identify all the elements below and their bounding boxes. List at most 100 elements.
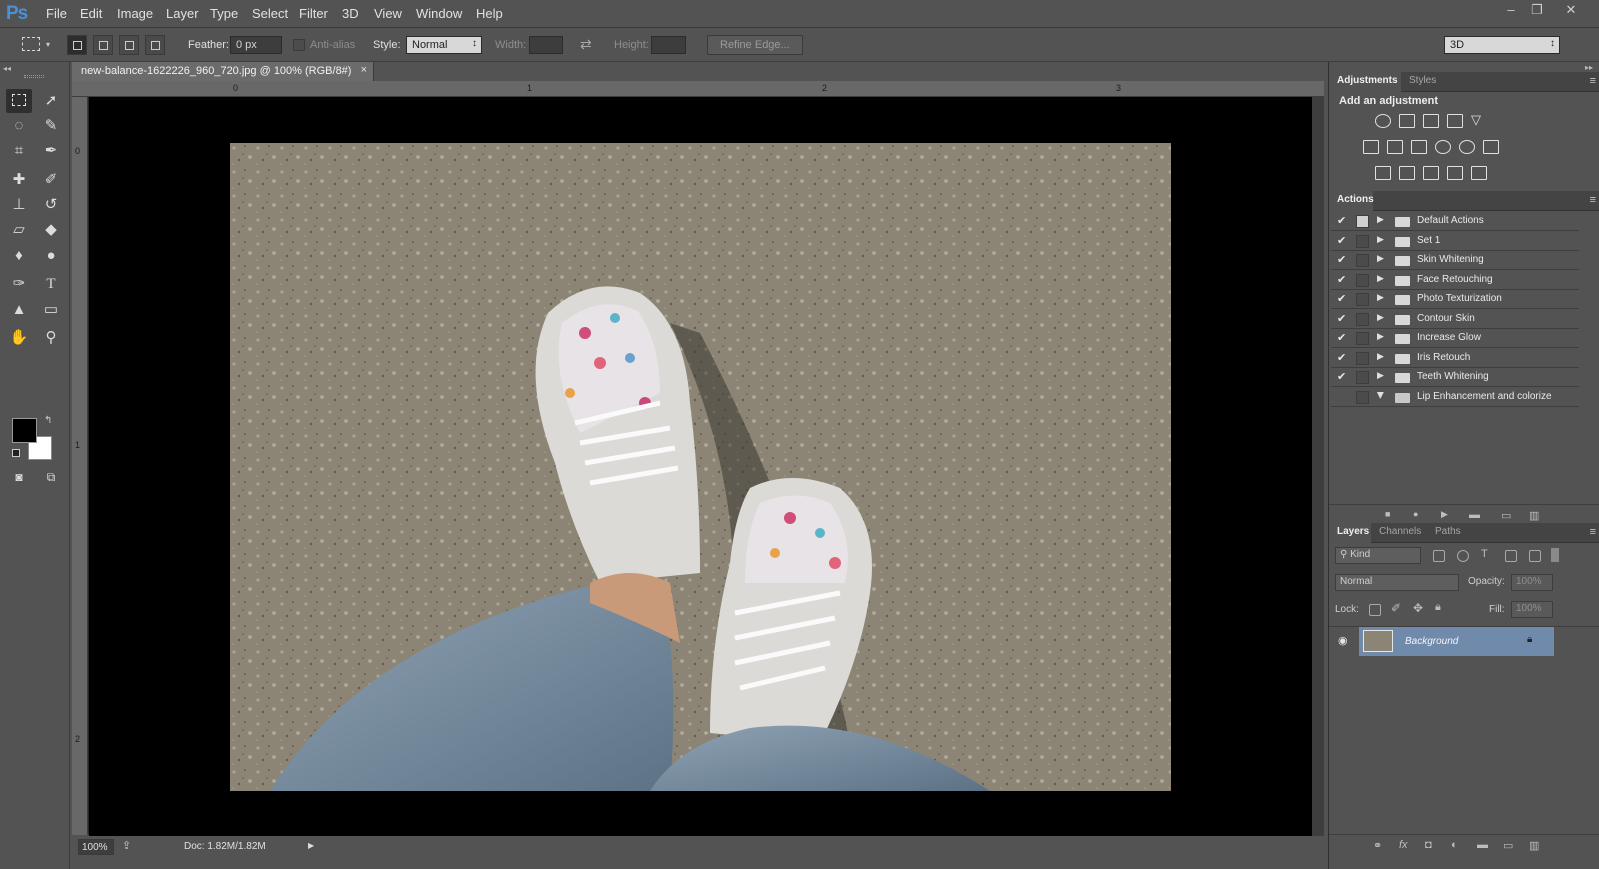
action-check-icon[interactable]: ✔ <box>1337 351 1346 364</box>
rectangle-tool-icon[interactable]: ▭ <box>38 298 64 322</box>
add-mask-icon[interactable]: ◘ <box>1425 839 1432 851</box>
healing-brush-tool-icon[interactable]: ✚ <box>6 168 32 192</box>
path-selection-tool-icon[interactable]: ▲ <box>6 298 32 322</box>
filter-type-icon[interactable]: T <box>1481 548 1488 560</box>
eyedropper-tool-icon[interactable]: ✒ <box>38 139 64 163</box>
delete-layer-icon[interactable]: ▥ <box>1529 839 1539 852</box>
action-set-increase-glow[interactable]: ✔ ▶ Increase Glow <box>1331 329 1579 348</box>
invert-icon[interactable] <box>1375 166 1391 180</box>
add-selection-mode-button[interactable] <box>93 35 113 55</box>
layer-row[interactable]: ◉ Background 🔒︎ <box>1329 626 1599 656</box>
new-selection-mode-button[interactable] <box>67 35 87 55</box>
action-set-default-actions[interactable]: ✔ ▶ Default Actions <box>1331 212 1579 231</box>
marquee-preset-icon[interactable] <box>22 37 40 51</box>
close-document-icon[interactable]: × <box>361 64 367 76</box>
action-dialog-toggle[interactable] <box>1356 391 1369 404</box>
filter-adjustment-icon[interactable] <box>1457 550 1469 562</box>
intersect-selection-mode-button[interactable] <box>145 35 165 55</box>
menu-window[interactable]: Window <box>416 6 462 21</box>
width-input[interactable] <box>529 36 563 54</box>
menu-layer[interactable]: Layer <box>166 6 199 21</box>
quick-mask-icon[interactable]: ◙ <box>6 465 32 489</box>
lock-transparent-icon[interactable] <box>1369 604 1381 616</box>
menu-image[interactable]: Image <box>117 6 153 21</box>
action-dialog-toggle[interactable] <box>1356 274 1369 287</box>
menu-file[interactable]: File <box>46 6 67 21</box>
action-check-icon[interactable]: ✔ <box>1337 273 1346 286</box>
filter-smart-object-icon[interactable] <box>1529 550 1541 562</box>
action-dialog-toggle[interactable] <box>1356 332 1369 345</box>
action-set-set-1[interactable]: ✔ ▶ Set 1 <box>1331 232 1579 251</box>
action-set-teeth-whitening[interactable]: ✔ ▶ Teeth Whitening <box>1331 368 1579 387</box>
selective-color-icon[interactable] <box>1447 166 1463 180</box>
status-menu-arrow-icon[interactable]: ▶ <box>308 841 314 850</box>
expand-triangle-icon[interactable]: ▶ <box>1377 292 1384 303</box>
action-check-icon[interactable]: ✔ <box>1337 331 1346 344</box>
action-check-icon[interactable]: ✔ <box>1337 292 1346 305</box>
action-dialog-toggle[interactable] <box>1356 235 1369 248</box>
panel-menu-icon[interactable]: ≡ <box>1590 75 1596 87</box>
vertical-scrollbar[interactable] <box>1312 97 1324 836</box>
expand-triangle-icon[interactable]: ▶ <box>1377 331 1384 342</box>
zoom-level-field[interactable]: 100% <box>78 839 114 855</box>
new-action-icon[interactable]: ▭ <box>1501 509 1511 522</box>
layer-name[interactable]: Background <box>1405 636 1458 647</box>
subtract-selection-mode-button[interactable] <box>119 35 139 55</box>
history-brush-tool-icon[interactable]: ↺ <box>38 193 64 217</box>
action-check-icon[interactable]: ✔ <box>1337 370 1346 383</box>
trash-icon[interactable]: ▥ <box>1529 509 1539 522</box>
lock-image-icon[interactable]: ✐ <box>1391 601 1401 615</box>
action-check-icon[interactable]: ✔ <box>1337 234 1346 247</box>
swap-dimensions-icon[interactable]: ⇄ <box>580 36 592 53</box>
new-set-icon[interactable]: ▬ <box>1469 509 1480 521</box>
filter-pixel-icon[interactable] <box>1433 550 1445 562</box>
action-dialog-toggle[interactable] <box>1356 313 1369 326</box>
action-set-iris-retouch[interactable]: ✔ ▶ Iris Retouch <box>1331 349 1579 368</box>
menu-edit[interactable]: Edit <box>80 6 102 21</box>
action-set-contour-skin[interactable]: ✔ ▶ Contour Skin <box>1331 310 1579 329</box>
filter-shape-icon[interactable] <box>1505 550 1517 562</box>
action-dialog-toggle[interactable] <box>1356 352 1369 365</box>
expand-triangle-icon[interactable]: ▶ <box>1377 370 1384 381</box>
lock-all-icon[interactable]: 🔒︎ <box>1435 601 1441 614</box>
hue-saturation-icon[interactable] <box>1363 140 1379 154</box>
expand-triangle-icon[interactable]: ▶ <box>1377 273 1384 284</box>
expand-panels-icon[interactable]: ▸▸ <box>1585 63 1593 72</box>
brightness-contrast-icon[interactable] <box>1375 114 1391 128</box>
default-colors-icon[interactable] <box>12 449 20 457</box>
foreground-color-swatch[interactable] <box>12 418 37 443</box>
panel-menu-icon[interactable]: ≡ <box>1590 526 1596 538</box>
action-set-skin-whitening[interactable]: ✔ ▶ Skin Whitening <box>1331 251 1579 270</box>
tab-actions[interactable]: Actions <box>1337 194 1374 205</box>
dodge-tool-icon[interactable]: ● <box>38 244 64 268</box>
swap-colors-icon[interactable]: ↰ <box>44 415 52 426</box>
chevron-down-icon[interactable]: ▾ <box>46 40 50 49</box>
action-dialog-toggle[interactable] <box>1356 215 1369 228</box>
document-tab[interactable]: new-balance-1622226_960_720.jpg @ 100% (… <box>72 62 374 81</box>
vibrance-icon[interactable]: ▽ <box>1471 112 1481 128</box>
record-icon[interactable]: ● <box>1413 509 1418 519</box>
expand-triangle-icon[interactable]: ▶ <box>1377 351 1384 362</box>
eye-visibility-icon[interactable]: ◉ <box>1338 634 1348 647</box>
collapse-arrows-icon[interactable]: ◂◂ <box>3 64 11 73</box>
menu-type[interactable]: Type <box>210 6 238 21</box>
threshold-icon[interactable] <box>1423 166 1439 180</box>
minimize-button[interactable]: – <box>1500 2 1522 20</box>
photo-sneakers-image[interactable] <box>230 143 1171 791</box>
action-dialog-toggle[interactable] <box>1356 254 1369 267</box>
action-check-icon[interactable]: ✔ <box>1337 214 1346 227</box>
tab-layers[interactable]: Layers <box>1337 526 1369 537</box>
channel-mixer-icon[interactable] <box>1459 140 1475 154</box>
black-white-icon[interactable] <box>1411 140 1427 154</box>
blur-tool-icon[interactable]: ♦ <box>6 244 32 268</box>
move-tool-icon[interactable]: ➚ <box>38 89 64 113</box>
type-tool-icon[interactable]: T <box>38 272 64 296</box>
screen-mode-icon[interactable]: ⧉ <box>38 465 64 489</box>
restore-button[interactable]: ❐ <box>1526 2 1548 20</box>
refine-edge-button[interactable]: Refine Edge... <box>707 35 803 55</box>
expand-triangle-icon[interactable]: ▶ <box>1377 312 1384 323</box>
opacity-input[interactable]: 100% <box>1511 574 1553 591</box>
quick-selection-tool-icon[interactable]: ✎ <box>38 114 64 138</box>
action-set-face-retouching[interactable]: ✔ ▶ Face Retouching <box>1331 271 1579 290</box>
new-group-icon[interactable]: ▬ <box>1477 839 1488 851</box>
